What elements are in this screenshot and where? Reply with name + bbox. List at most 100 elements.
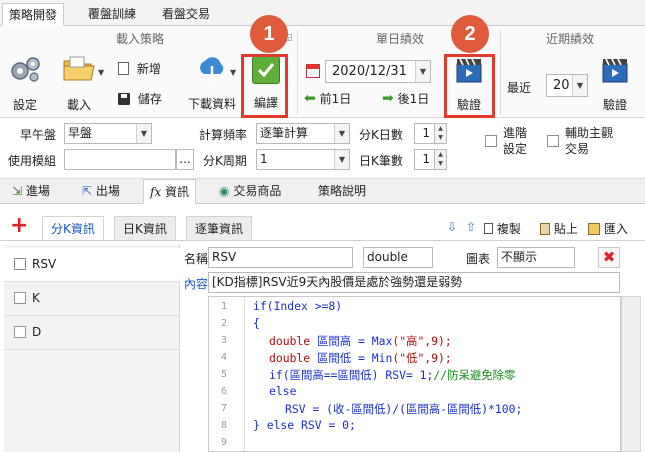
min-k-days-spinner[interactable]: ▲ ▼: [435, 123, 447, 144]
day-k-count-label: 日K筆數: [359, 154, 403, 168]
list-item[interactable]: D: [4, 316, 180, 350]
subtab-min-k-info[interactable]: 分K資訊: [42, 216, 104, 240]
name-label: 名稱: [184, 252, 209, 266]
recent-label: 最近: [507, 81, 532, 95]
date-dropdown-icon[interactable]: ▼: [415, 61, 430, 82]
highlight-box-verify: [444, 54, 495, 118]
type-value: double: [367, 250, 408, 264]
paste-button[interactable]: 貼上: [540, 220, 578, 237]
move-up-icon[interactable]: ⇧: [466, 220, 476, 234]
min-k-period-dropdown-icon[interactable]: ▼: [334, 150, 349, 169]
code-line: if(區間高==區間低) RSV= 1;//防呆避免除零: [269, 367, 515, 383]
day-k-count-input[interactable]: 1: [414, 149, 435, 170]
session-label: 早午盤: [20, 128, 57, 142]
tab-trading-product-label: 交易商品: [233, 184, 282, 198]
tab-trading-product[interactable]: ◉ 交易商品: [213, 179, 287, 204]
session-select[interactable]: 早盤 ▼: [64, 123, 152, 144]
add-icon[interactable]: +: [10, 214, 28, 238]
calendar-icon[interactable]: [306, 64, 320, 78]
editor-scrollbar[interactable]: [621, 296, 641, 452]
day-k-count-spinner[interactable]: ▲ ▼: [435, 149, 447, 170]
download-data-button[interactable]: ▼ 下載資料: [184, 54, 240, 114]
type-input[interactable]: double: [363, 247, 433, 268]
recent-days-value: 20: [553, 78, 570, 93]
list-item-checkbox[interactable]: [14, 326, 26, 338]
chart-select[interactable]: 不顯示: [497, 247, 575, 268]
aux-trading-checkbox[interactable]: [547, 135, 559, 147]
recent-dropdown-icon[interactable]: ▼: [572, 75, 587, 96]
delete-icon[interactable]: ✖: [598, 247, 620, 268]
content-input[interactable]: [KD指標]RSV近9天內股價是處於強勢還是弱勢: [208, 272, 620, 293]
settings-button[interactable]: 設定: [6, 54, 44, 114]
load-button[interactable]: ▼ 載入: [52, 54, 106, 114]
line-number: 5: [220, 369, 227, 380]
subtab-day-k-info[interactable]: 日K資訊: [114, 216, 176, 240]
code-function: Min: [371, 351, 393, 365]
line-number: 6: [220, 386, 227, 397]
group-title-daily: 單日績效: [375, 32, 424, 46]
code-comment: //防呆避免除零: [433, 368, 516, 382]
arrow-left-icon: ⬅: [304, 90, 316, 107]
recent-verify-label: 驗證: [602, 98, 627, 112]
advanced-checkbox[interactable]: [485, 135, 497, 147]
aux-trading-label: 輔助主觀交易: [565, 126, 614, 156]
list-item-label: D: [32, 325, 42, 339]
code-line: double 區間高 = Max("高",9);: [269, 333, 452, 349]
module-label: 使用模組: [8, 154, 57, 168]
list-item-checkbox[interactable]: [14, 258, 26, 270]
arrow-right-icon: ➡: [382, 90, 394, 107]
line-number: 8: [220, 420, 227, 431]
list-item-checkbox[interactable]: [14, 292, 26, 304]
code-editor[interactable]: 1 2 3 4 5 6 7 8 9 if(Index >=8) { double…: [208, 296, 621, 452]
save-button[interactable]: 儲存: [118, 90, 174, 110]
new-button[interactable]: 新增: [118, 60, 174, 80]
import-label: 匯入: [603, 222, 628, 236]
freq-dropdown-icon[interactable]: ▼: [334, 124, 349, 143]
fx-icon: fx: [150, 185, 162, 199]
code-line: double 區間低 = Min("低",9);: [269, 350, 452, 366]
code-args: ("低",9);: [392, 351, 452, 365]
cloud-download-icon: [200, 57, 224, 83]
tab-entry[interactable]: ⇲ 進場: [6, 179, 56, 204]
recent-verify-button[interactable]: 驗證: [595, 56, 635, 114]
name-input[interactable]: RSV: [208, 247, 353, 268]
list-item[interactable]: RSV: [4, 248, 180, 282]
copy-button[interactable]: 複製: [484, 220, 521, 237]
content-label: 內容: [184, 277, 209, 291]
list-item[interactable]: K: [4, 282, 180, 316]
import-button[interactable]: 匯入: [588, 220, 628, 237]
next-day-button[interactable]: ➡ 後1日: [382, 90, 446, 110]
recent-days-select[interactable]: 20 ▼: [546, 74, 588, 97]
load-dropdown-icon[interactable]: ▼: [98, 68, 104, 77]
menu-tab-market-trading[interactable]: 看盤交易: [156, 3, 216, 26]
subtab-tick-info[interactable]: 逐筆資訊: [186, 216, 253, 240]
download-dropdown-icon[interactable]: ▼: [230, 68, 236, 77]
prev-day-button[interactable]: ⬅ 前1日: [304, 90, 368, 110]
menu-tab-replay-training[interactable]: 覆盤訓練: [82, 3, 142, 26]
tab-exit[interactable]: ⇱ 出場: [76, 179, 126, 204]
freq-select[interactable]: 逐筆計算 ▼: [256, 123, 350, 144]
paste-icon: [540, 222, 550, 235]
move-down-icon[interactable]: ⇩: [447, 220, 457, 234]
code-function: Max: [371, 334, 393, 348]
module-input[interactable]: [64, 149, 176, 170]
code-args: ("高",9);: [392, 334, 452, 348]
copy-label: 複製: [496, 222, 521, 236]
date-value: 2020/12/31: [332, 64, 407, 79]
list-item-label: RSV: [32, 257, 57, 271]
menu-tab-strategy-dev[interactable]: 策略開發: [2, 3, 65, 26]
tab-info[interactable]: fx 資訊: [143, 179, 197, 204]
browse-module-button[interactable]: ...: [176, 149, 194, 170]
date-picker[interactable]: 2020/12/31 ▼: [325, 60, 431, 83]
min-k-days-input[interactable]: 1: [414, 123, 435, 144]
tab-strategy-desc[interactable]: 策略說明: [312, 179, 372, 204]
session-dropdown-icon[interactable]: ▼: [136, 124, 151, 143]
min-k-period-label: 分K周期: [203, 154, 247, 168]
min-k-days-label: 分K日數: [359, 128, 403, 142]
code-line: else: [269, 384, 297, 398]
content-value: [KD指標]RSV近9天內股價是處於強勢還是弱勢: [212, 275, 463, 289]
group-title-recent: 近期績效: [545, 32, 594, 46]
name-value: RSV: [212, 250, 237, 264]
code-keyword: double: [269, 334, 311, 348]
min-k-period-select[interactable]: 1 ▼: [256, 149, 350, 170]
